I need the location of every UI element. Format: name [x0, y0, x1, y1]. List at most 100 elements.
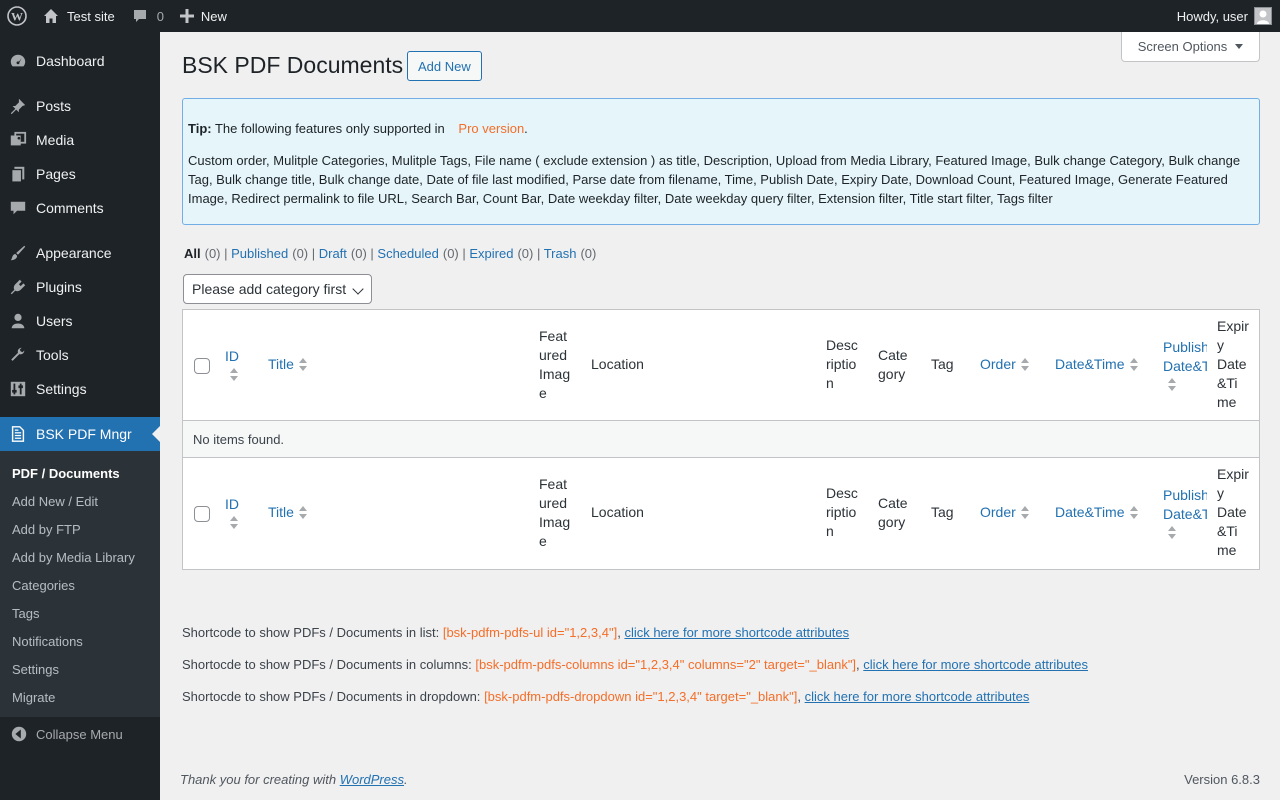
shortcode-text: Shortocde to show PDFs / Documents in dr… — [182, 689, 481, 704]
menu-dashboard[interactable]: Dashboard — [0, 44, 160, 78]
column-title[interactable]: Title — [268, 503, 308, 522]
submenu-notifications[interactable]: Notifications — [0, 627, 160, 655]
pro-version-link[interactable]: Pro version — [458, 121, 524, 136]
menu-media[interactable]: Media — [0, 123, 160, 157]
shortcode-code: [bsk-pdfm-pdfs-ul id="1,2,3,4"] — [442, 625, 618, 640]
wordpress-link[interactable]: WordPress — [340, 772, 404, 787]
submenu-categories[interactable]: Categories — [0, 571, 160, 599]
submenu-tags[interactable]: Tags — [0, 599, 160, 627]
wordpress-logo-icon[interactable]: W — [0, 0, 34, 32]
submenu-add-by-ftp[interactable]: Add by FTP — [0, 515, 160, 543]
no-items-row: No items found. — [183, 421, 1259, 457]
column-publish-date[interactable]: Publish Date&T — [1163, 486, 1207, 540]
admin-sidebar: Dashboard Posts Media Pages Comments App… — [0, 32, 160, 800]
comments-link[interactable]: 0 — [124, 0, 172, 32]
howdy-text: Howdy, user — [1176, 8, 1248, 24]
collapse-label: Collapse Menu — [36, 726, 123, 742]
column-datetime[interactable]: Date&Time — [1055, 503, 1139, 522]
select-all-checkbox[interactable] — [194, 358, 210, 374]
column-description: Desc riptio n — [826, 485, 858, 539]
menu-label: BSK PDF Mngr — [36, 426, 132, 442]
menu-appearance[interactable]: Appearance — [0, 236, 160, 270]
view-expired-count: (0) — [517, 246, 534, 261]
tip-text: The following features only supported in — [214, 121, 445, 136]
new-content-link[interactable]: New — [172, 0, 235, 32]
sort-icon — [1020, 358, 1030, 372]
collapse-icon — [11, 726, 27, 742]
submenu-add-by-media-library[interactable]: Add by Media Library — [0, 543, 160, 571]
category-select[interactable]: Please add category first — [183, 274, 372, 304]
shortcode-attributes-link[interactable]: click here for more shortcode attributes — [805, 689, 1030, 704]
menu-bsk-pdf-mngr[interactable]: BSK PDF Mngr — [0, 417, 160, 451]
view-all[interactable]: All — [184, 246, 201, 261]
status-filter-links: All (0) | Published (0) | Draft (0) | Sched… — [184, 246, 597, 261]
menu-plugins[interactable]: Plugins — [0, 270, 160, 304]
shortcode-attributes-link[interactable]: click here for more shortcode attributes — [624, 625, 849, 640]
submenu-add-new-edit[interactable]: Add New / Edit — [0, 487, 160, 515]
menu-pages[interactable]: Pages — [0, 157, 160, 191]
view-expired[interactable]: Expired — [469, 246, 513, 261]
shortcode-text: Shortcode to show PDFs / Documents in li… — [182, 625, 440, 640]
comments-count: 0 — [156, 8, 164, 24]
footer-thanks: Thank you for creating with WordPress. — [180, 772, 408, 787]
column-label: Order — [980, 356, 1016, 372]
view-published-count: (0) — [292, 246, 309, 261]
submenu-migrate[interactable]: Migrate — [0, 683, 160, 711]
page-title: BSK PDF Documents — [182, 52, 404, 78]
menu-settings[interactable]: Settings — [0, 372, 160, 406]
menu-label: Plugins — [36, 279, 82, 295]
column-label: Title — [268, 504, 294, 520]
view-draft[interactable]: Draft — [319, 246, 347, 261]
column-publish-date[interactable]: Publish Date&T — [1163, 338, 1207, 392]
sort-icon — [298, 358, 308, 372]
view-trash[interactable]: Trash — [544, 246, 577, 261]
column-location: Location — [591, 504, 644, 520]
sort-icon — [1020, 506, 1030, 520]
screen-options-label: Screen Options — [1137, 39, 1228, 54]
document-icon — [11, 426, 25, 442]
column-category: Cate gory — [878, 495, 908, 530]
submenu-pdf-documents[interactable]: PDF / Documents — [0, 459, 160, 487]
menu-users[interactable]: Users — [0, 304, 160, 338]
sort-icon — [1167, 526, 1177, 540]
column-category: Cate gory — [878, 347, 908, 382]
screen-options-button[interactable]: Screen Options — [1121, 32, 1260, 62]
tip-features: Custom order, Mulitple Categories, Mulit… — [188, 153, 1241, 206]
select-all-checkbox-bottom[interactable] — [194, 506, 210, 522]
site-name-link[interactable]: Test site — [34, 0, 124, 32]
column-datetime[interactable]: Date&Time — [1055, 355, 1139, 374]
menu-label: Tools — [36, 347, 69, 363]
view-scheduled[interactable]: Scheduled — [377, 246, 438, 261]
admin-bar: W Test site 0 New Howdy, user — [0, 0, 1280, 32]
submenu-settings[interactable]: Settings — [0, 655, 160, 683]
shortcode-code: [bsk-pdfm-pdfs-dropdown id="1,2,3,4" tar… — [484, 689, 798, 704]
add-new-button[interactable]: Add New — [407, 51, 482, 81]
account-menu[interactable]: Howdy, user — [1177, 0, 1272, 32]
tip-label: Tip: — [188, 121, 212, 136]
column-expiry-date: Expir y Date &Ti me — [1217, 466, 1249, 558]
view-scheduled-count: (0) — [442, 246, 459, 261]
category-select-value: Please add category first — [192, 281, 347, 297]
menu-tools[interactable]: Tools — [0, 338, 160, 372]
new-label: New — [200, 8, 227, 24]
settings-icon — [10, 381, 26, 397]
column-id[interactable]: ID — [225, 347, 239, 382]
home-icon — [44, 9, 58, 23]
menu-comments[interactable]: Comments — [0, 191, 160, 225]
pages-icon — [11, 166, 25, 183]
column-order[interactable]: Order — [980, 503, 1030, 522]
column-title[interactable]: Title — [268, 355, 308, 374]
shortcode-attributes-link[interactable]: click here for more shortcode attributes — [863, 657, 1088, 672]
column-id[interactable]: ID — [225, 495, 239, 530]
brush-icon — [10, 245, 26, 261]
view-published[interactable]: Published — [231, 246, 288, 261]
menu-posts[interactable]: Posts — [0, 89, 160, 123]
column-tag: Tag — [931, 504, 954, 520]
column-description: Desc riptio n — [826, 337, 858, 391]
pro-tip-notice: Tip: The following features only support… — [182, 98, 1260, 225]
sort-icon — [298, 506, 308, 520]
column-order[interactable]: Order — [980, 355, 1030, 374]
column-label: ID — [225, 348, 239, 364]
sort-icon — [229, 516, 239, 530]
collapse-menu-button[interactable]: Collapse Menu — [0, 717, 160, 751]
